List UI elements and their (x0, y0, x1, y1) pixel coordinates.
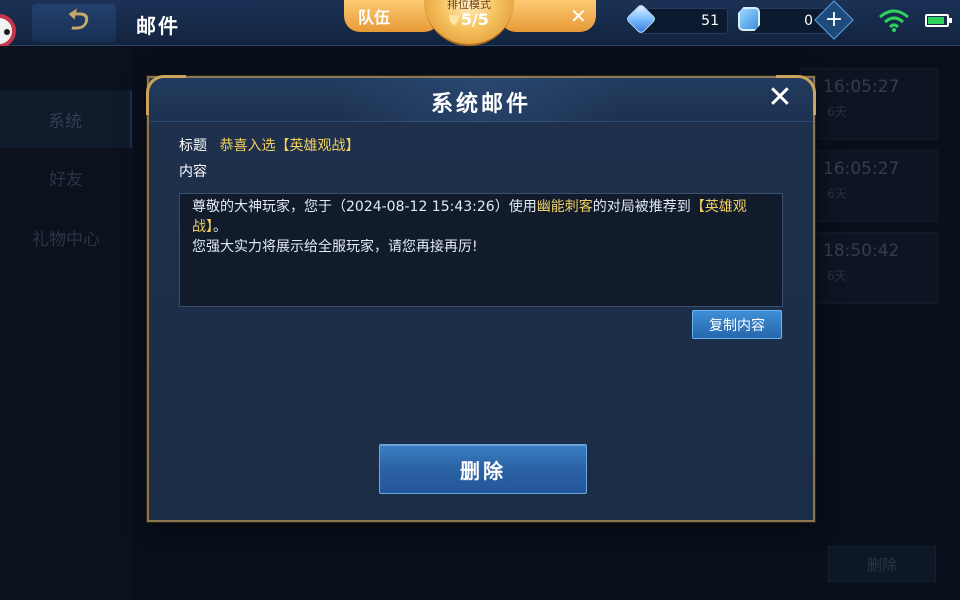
mail-body-text: 。 (213, 219, 227, 235)
team-widget[interactable]: 队伍 排位模式 ⛊ 5/5 ✕ (300, 0, 622, 50)
mail-body-text: 的对局被推荐到 (592, 199, 691, 215)
copy-content-button[interactable]: 复制内容 (692, 310, 782, 339)
system-mail-dialog: 系统邮件 ✕ 标题 恭喜入选【英雄观战】 内容 尊敬的大神玩家，您于（2024-… (146, 75, 816, 522)
voucher-value: 0 (804, 13, 813, 29)
team-label: 队伍 (358, 8, 391, 27)
subject-row: 标题 恭喜入选【英雄观战】 (179, 135, 359, 155)
close-icon[interactable]: ✕ (765, 83, 795, 114)
record-indicator-icon (0, 14, 16, 48)
mail-body-text: 尊敬的大神玩家，您于（2024-08-12 15:43:26）使用 (192, 199, 537, 215)
team-close-icon[interactable]: ✕ (570, 4, 587, 28)
mail-subject: 恭喜入选【英雄观战】 (219, 138, 360, 154)
mail-content-box: 尊敬的大神玩家，您于（2024-08-12 15:43:26）使用幽能刺客的对局… (179, 193, 783, 307)
subject-label: 标题 (179, 138, 207, 154)
delete-button[interactable]: 删除 (379, 444, 587, 494)
add-icon: + (824, 7, 844, 33)
rank-shield-icon: ⛊ (449, 14, 459, 29)
rank-mode-badge[interactable]: 排位模式 ⛊ 5/5 (424, 0, 514, 46)
content-label: 内容 (179, 164, 207, 180)
rank-count: 5/5 (460, 10, 489, 29)
mail-hero-name: 幽能刺客 (536, 199, 593, 215)
voucher-icon (738, 7, 760, 31)
mail-body-line2: 您强大实力将展示给全服玩家，请您再接再厉! (192, 239, 478, 255)
wifi-icon (879, 9, 909, 32)
battery-icon (925, 14, 952, 27)
back-button[interactable]: ⮌ (32, 3, 116, 42)
dialog-title: 系统邮件 (430, 92, 531, 117)
page-title: 邮件 (136, 14, 180, 38)
rank-count-row: ⛊ 5/5 (424, 10, 514, 29)
back-icon: ⮌ (63, 3, 87, 36)
diamond-value: 51 (701, 13, 719, 29)
top-bar: ⮌ 邮件 队伍 排位模式 ⛊ 5/5 ✕ 51 0 + (0, 0, 960, 48)
